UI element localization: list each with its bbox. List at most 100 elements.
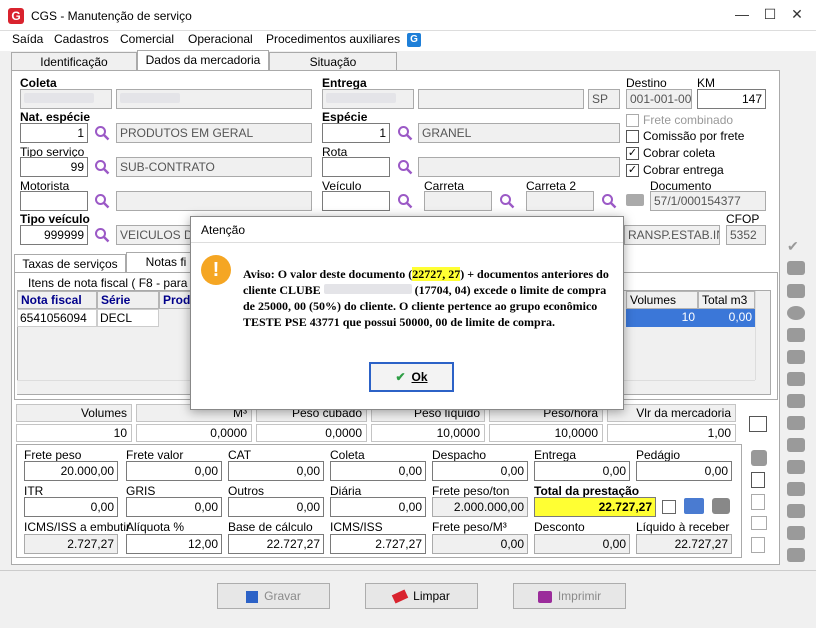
plate-icon[interactable] — [787, 482, 805, 496]
minimize-button[interactable]: — — [732, 6, 752, 22]
entrega-code-field[interactable] — [322, 89, 414, 109]
maximize-button[interactable]: ☐ — [760, 6, 780, 23]
col-nota-fiscal[interactable]: Nota fiscal — [17, 291, 97, 309]
table-icon[interactable] — [662, 500, 676, 514]
cell-volumes[interactable]: 10 — [626, 309, 698, 327]
km-field[interactable]: 147 — [697, 89, 766, 109]
despacho-field[interactable]: 0,00 — [432, 461, 528, 481]
icms-embutir-field[interactable]: 2.727,27 — [24, 534, 118, 554]
comissao-checkbox[interactable] — [626, 130, 639, 143]
coleta-valor-field[interactable]: 0,00 — [330, 461, 426, 481]
tipo-veiculo-desc-field[interactable]: VEICULOS DE — [116, 225, 196, 245]
especie-desc-field[interactable]: GRANEL — [418, 123, 620, 143]
calc-icon[interactable] — [751, 494, 765, 510]
menu-operacional[interactable]: Operacional — [188, 32, 253, 46]
book-icon[interactable] — [684, 498, 704, 514]
entrega-valor-field[interactable]: 0,00 — [534, 461, 630, 481]
transp-estab-field[interactable]: RANSP.ESTAB.IND — [624, 225, 720, 245]
cell-serie[interactable]: DECL — [97, 309, 159, 327]
app-shortcut-icon[interactable]: G — [407, 33, 421, 47]
search-icon[interactable] — [499, 193, 515, 209]
search-icon[interactable] — [397, 159, 413, 175]
grid-vertical-scrollbar[interactable] — [755, 291, 770, 380]
col-serie[interactable]: Série — [97, 291, 159, 309]
bottle-icon[interactable] — [787, 504, 805, 518]
search-icon[interactable] — [601, 193, 617, 209]
total-prestacao-field[interactable]: 22.727,27 — [534, 497, 656, 517]
tipo-veiculo-code-field[interactable]: 999999 — [20, 225, 88, 245]
rota-desc-field[interactable] — [418, 157, 620, 177]
menu-procedimentos[interactable]: Procedimentos auxiliares — [266, 32, 400, 46]
close-button[interactable]: ✕ — [787, 6, 807, 23]
liquido-receber-field[interactable]: 22.727,27 — [636, 534, 732, 554]
calculator-icon[interactable] — [749, 416, 767, 432]
cfop-field[interactable]: 5352 — [726, 225, 766, 245]
tab-identificacao[interactable]: Identificação — [11, 52, 137, 71]
device-icon[interactable] — [751, 537, 765, 553]
doc-arrow-icon[interactable] — [787, 350, 805, 364]
aliquota-field[interactable]: 12,00 — [126, 534, 222, 554]
ok-button[interactable]: ✔ Ok — [369, 362, 454, 392]
cat-field[interactable]: 0,00 — [228, 461, 324, 481]
gravar-button[interactable]: Gravar — [217, 583, 330, 609]
gear-box-icon[interactable] — [787, 261, 805, 275]
cobrar-coleta-checkbox[interactable]: ✓ — [626, 147, 639, 160]
cobrar-entrega-checkbox[interactable]: ✓ — [626, 164, 639, 177]
desconto-field[interactable]: 0,00 — [534, 534, 630, 554]
carreta2-field[interactable] — [526, 191, 594, 211]
base-calculo-field[interactable]: 22.727,27 — [228, 534, 324, 554]
coleta-name-field[interactable] — [116, 89, 312, 109]
tab-taxas-servicos[interactable]: Taxas de serviços — [14, 254, 126, 273]
check-icon[interactable]: ✔ — [787, 238, 805, 254]
limpar-button[interactable]: Limpar — [365, 583, 478, 609]
bug-icon[interactable] — [751, 450, 767, 466]
documento-field[interactable]: 57/1/000154377 — [650, 191, 766, 211]
frete-peso-field[interactable]: 20.000,00 — [24, 461, 118, 481]
rota-code-field[interactable] — [322, 157, 390, 177]
pedagio-field[interactable]: 0,00 — [636, 461, 732, 481]
imprimir-button[interactable]: Imprimir — [513, 583, 626, 609]
barcode-icon[interactable] — [787, 526, 805, 540]
col-total-m3[interactable]: Total m3 — [698, 291, 755, 309]
col-volumes[interactable]: Volumes — [626, 291, 698, 309]
frete-combinado-checkbox[interactable] — [626, 114, 639, 127]
tab-situacao[interactable]: Situação — [269, 52, 397, 71]
motorista-name-field[interactable] — [116, 191, 312, 211]
tipo-servico-desc-field[interactable]: SUB-CONTRATO — [116, 157, 312, 177]
destino-field[interactable]: 001-001-001 — [626, 89, 692, 109]
diaria-field[interactable]: 0,00 — [330, 497, 426, 517]
cell-total[interactable]: 0,00 — [698, 309, 755, 327]
search-icon[interactable] — [397, 125, 413, 141]
gear-icon[interactable] — [787, 548, 805, 562]
nat-especie-desc-field[interactable]: PRODUTOS EM GERAL — [116, 123, 312, 143]
frete-peso-ton-field[interactable]: 2.000.000,00 — [432, 497, 528, 517]
veiculo-field[interactable] — [322, 191, 390, 211]
percent-icon[interactable] — [751, 472, 765, 488]
message-icon[interactable] — [751, 516, 767, 530]
search-icon[interactable] — [397, 193, 413, 209]
ciot-icon[interactable] — [787, 284, 805, 298]
frete-valor-field[interactable]: 0,00 — [126, 461, 222, 481]
especie-code-field[interactable]: 1 — [322, 123, 390, 143]
carreta-field[interactable] — [424, 191, 492, 211]
icms-iss-field[interactable]: 2.727,27 — [330, 534, 426, 554]
circle-icon[interactable] — [787, 306, 805, 320]
tipo-servico-code-field[interactable]: 99 — [20, 157, 88, 177]
coleta-code-field[interactable] — [20, 89, 112, 109]
printer-icon[interactable] — [787, 460, 805, 474]
cell-nota[interactable]: 6541056094 — [17, 309, 97, 327]
search-icon[interactable] — [94, 227, 110, 243]
copy-icon[interactable] — [787, 372, 805, 386]
menu-saida[interactable]: Saída — [12, 32, 43, 46]
settings-icon[interactable] — [712, 498, 730, 514]
entrega-uf-field[interactable]: SP — [588, 89, 620, 109]
motorista-code-field[interactable] — [20, 191, 88, 211]
outros-field[interactable]: 0,00 — [228, 497, 324, 517]
entrega-name-field[interactable] — [418, 89, 584, 109]
col-produto[interactable]: Produ — [159, 291, 198, 309]
search-icon[interactable] — [94, 159, 110, 175]
itr-field[interactable]: 0,00 — [24, 497, 118, 517]
truck-icon[interactable] — [626, 194, 644, 206]
shield-icon[interactable] — [787, 416, 805, 430]
people-icon[interactable] — [787, 438, 805, 452]
